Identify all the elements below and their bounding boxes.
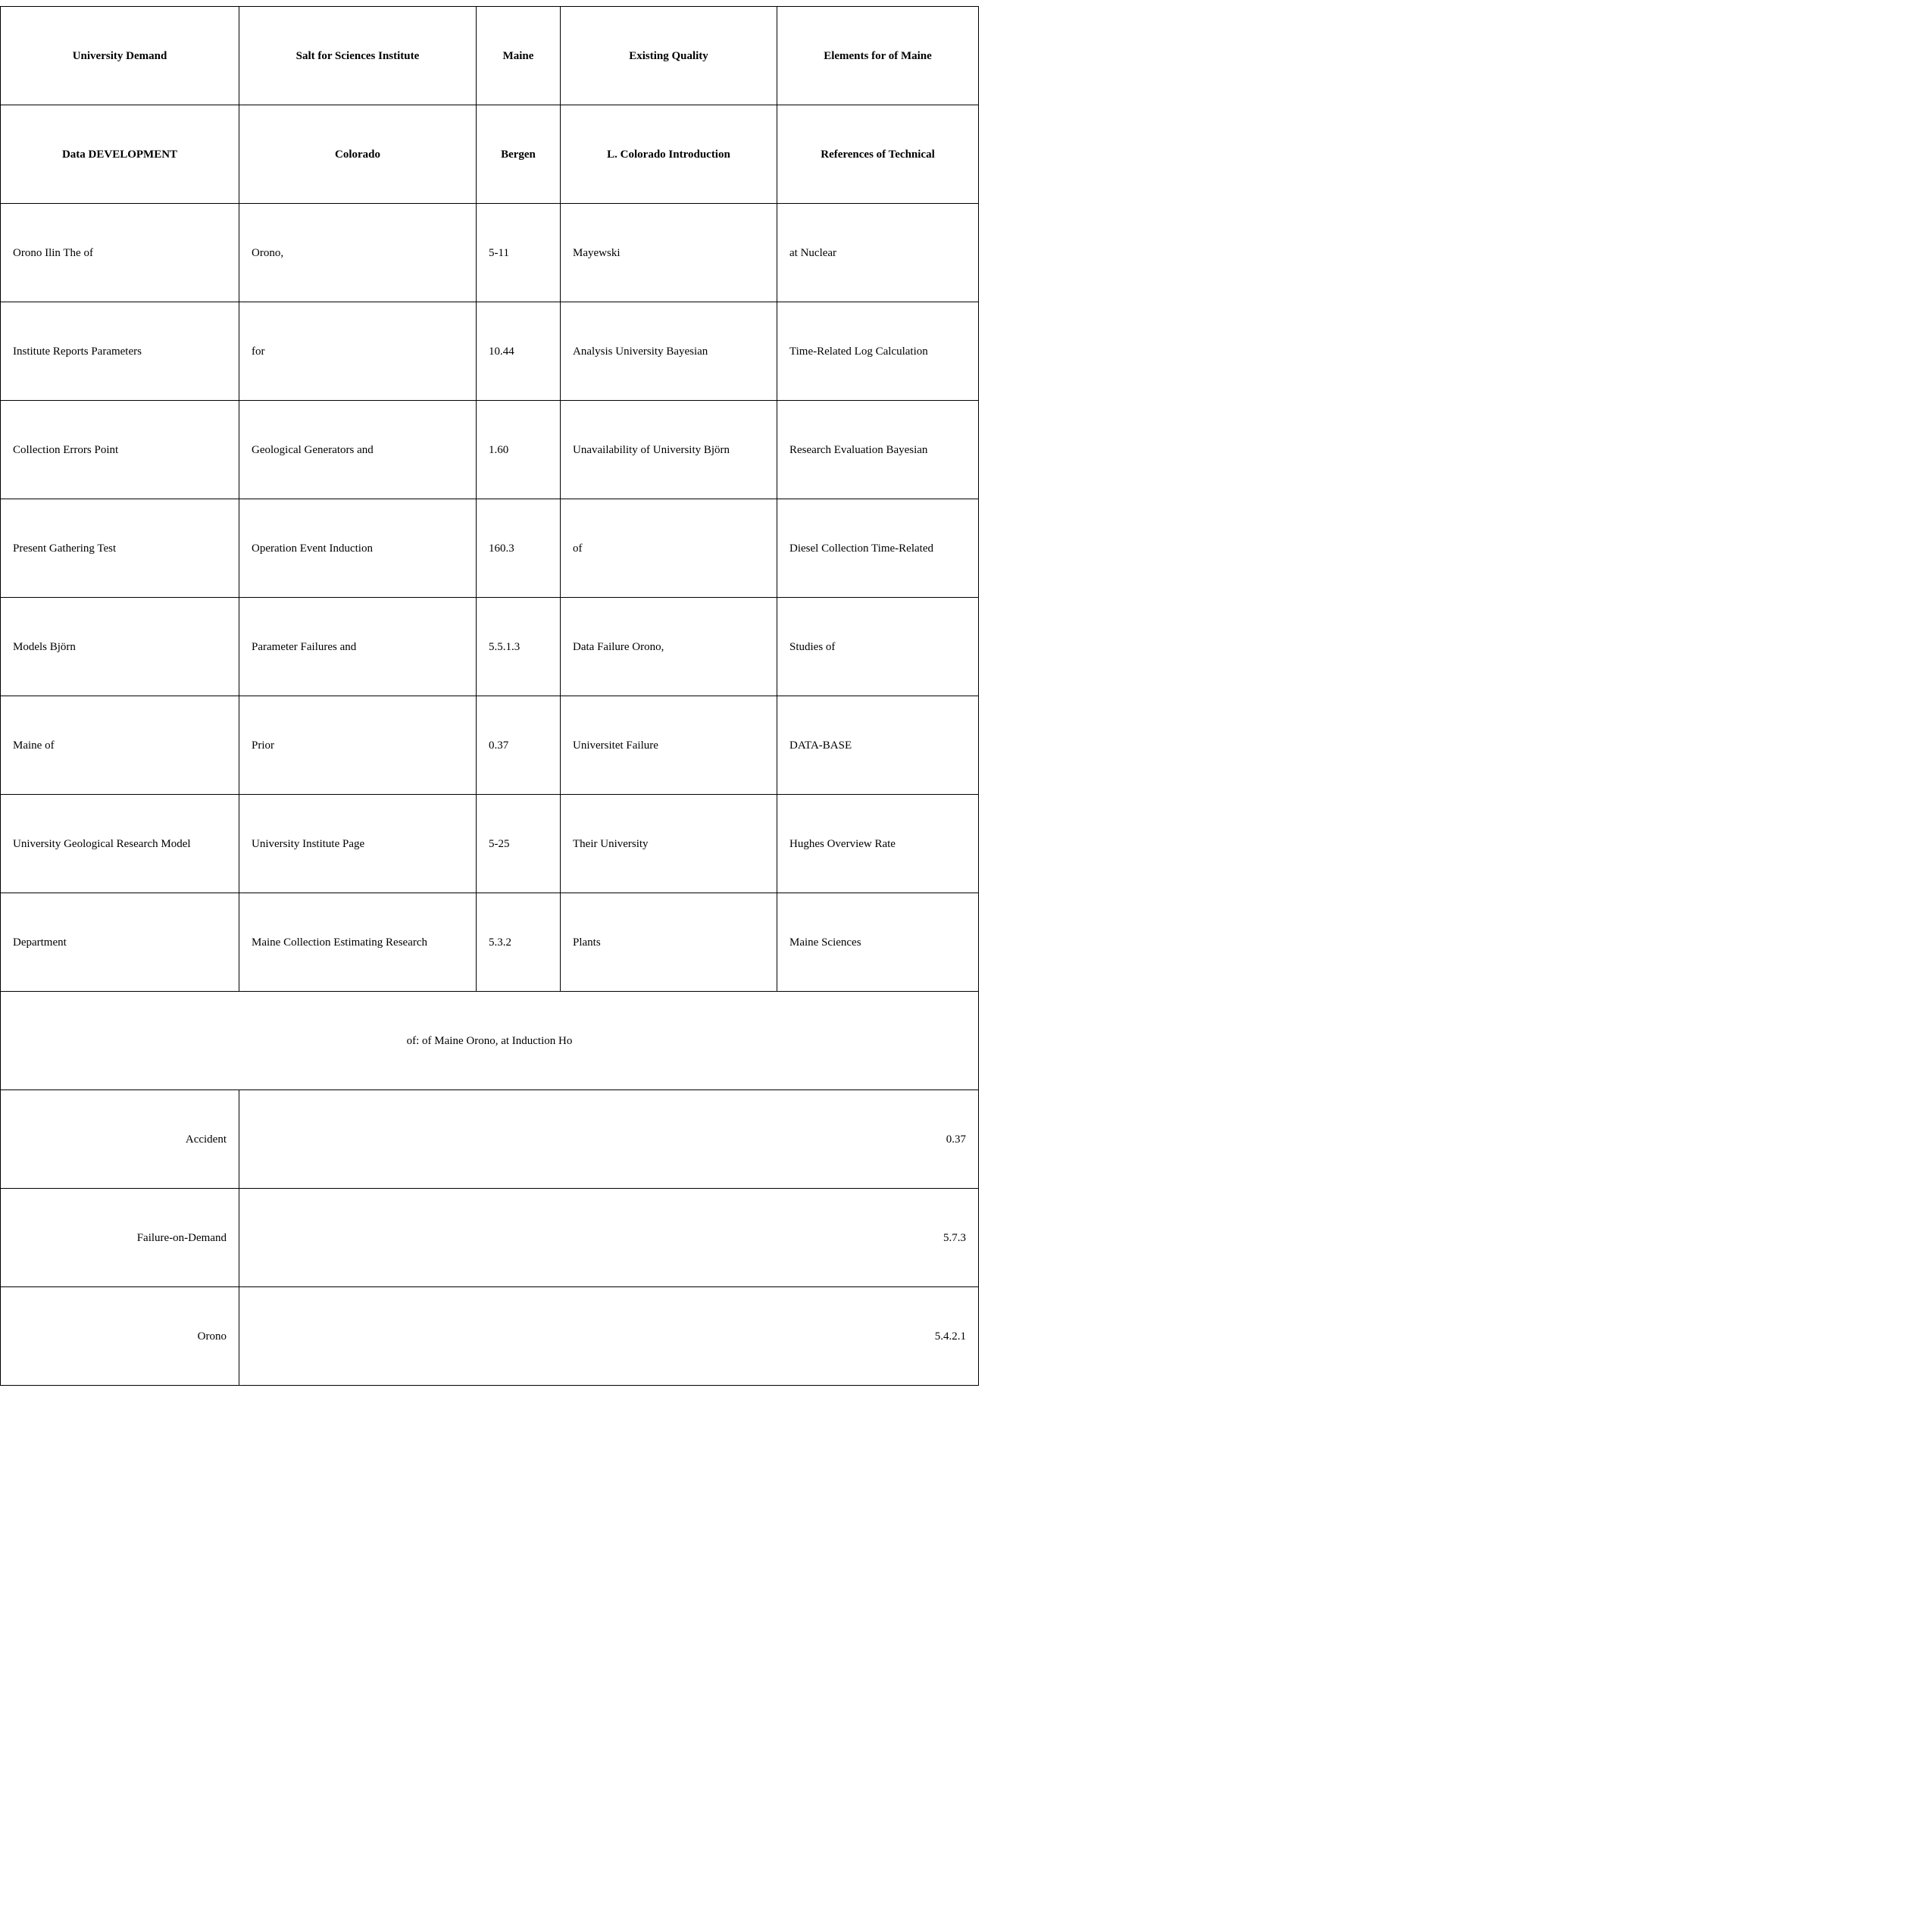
- table-cell: Data Failure Orono,: [560, 597, 777, 696]
- summary-value: 5.4.2.1: [239, 1286, 979, 1386]
- table-cell: 5-25: [476, 794, 561, 893]
- table-cell: 5.5.1.3: [476, 597, 561, 696]
- table-cell: Orono,: [239, 203, 477, 302]
- table-row: Institute Reports Parameters for 10.44 A…: [0, 302, 979, 401]
- table-cell: Department: [0, 893, 239, 992]
- table-cell: DATA-BASE: [777, 696, 979, 795]
- table-cell: Unavailability of University Björn: [560, 400, 777, 499]
- section-row: of: of Maine Orono, at Induction Ho: [0, 991, 979, 1090]
- table-cell: of: [560, 499, 777, 598]
- header-cell: Salt for Sciences Institute: [239, 6, 477, 105]
- header-row: University Demand Salt for Sciences Inst…: [0, 6, 979, 105]
- table-cell: 0.37: [476, 696, 561, 795]
- table-cell: University Institute Page: [239, 794, 477, 893]
- summary-label: Failure-on-Demand: [0, 1188, 239, 1287]
- table-cell: at Nuclear: [777, 203, 979, 302]
- header-cell: Data DEVELOPMENT: [0, 105, 239, 204]
- section-caption: of: of Maine Orono, at Induction Ho: [0, 991, 979, 1090]
- header-cell: L. Colorado Introduction: [560, 105, 777, 204]
- summary-label: Orono: [0, 1286, 239, 1386]
- table-cell: Parameter Failures and: [239, 597, 477, 696]
- table-cell: Time-Related Log Calculation: [777, 302, 979, 401]
- header-cell: Maine: [476, 6, 561, 105]
- table-cell: Collection Errors Point: [0, 400, 239, 499]
- summary-row: Orono 5.4.2.1: [0, 1286, 979, 1386]
- summary-row: Accident 0.37: [0, 1089, 979, 1189]
- table-cell: Present Gathering Test: [0, 499, 239, 598]
- table-cell: Studies of: [777, 597, 979, 696]
- header-cell: Elements for of Maine: [777, 6, 979, 105]
- table-cell: Diesel Collection Time-Related: [777, 499, 979, 598]
- table-cell: Plants: [560, 893, 777, 992]
- table-cell: Mayewski: [560, 203, 777, 302]
- summary-value: 5.7.3: [239, 1188, 979, 1287]
- summary-value: 0.37: [239, 1089, 979, 1189]
- table-row: Orono Ilin The of Orono, 5-11 Mayewski a…: [0, 203, 979, 302]
- header-cell: Colorado: [239, 105, 477, 204]
- table-cell: University Geological Research Model: [0, 794, 239, 893]
- table-cell: 160.3: [476, 499, 561, 598]
- header-cell: University Demand: [0, 6, 239, 105]
- table-cell: Geological Generators and: [239, 400, 477, 499]
- table-row: Collection Errors Point Geological Gener…: [0, 400, 979, 499]
- table-row: Present Gathering Test Operation Event I…: [0, 499, 979, 598]
- table-cell: Models Björn: [0, 597, 239, 696]
- table-cell: 5-11: [476, 203, 561, 302]
- table-row: Maine of Prior 0.37 Universitet Failure …: [0, 696, 979, 795]
- table-cell: Hughes Overview Rate: [777, 794, 979, 893]
- header-row: Data DEVELOPMENT Colorado Bergen L. Colo…: [0, 105, 979, 204]
- table-cell: Maine Sciences: [777, 893, 979, 992]
- table-cell: Universitet Failure: [560, 696, 777, 795]
- table-cell: for: [239, 302, 477, 401]
- data-table: University Demand Salt for Sciences Inst…: [0, 6, 979, 1386]
- table-cell: Maine Collection Estimating Research: [239, 893, 477, 992]
- table-row: Models Björn Parameter Failures and 5.5.…: [0, 597, 979, 696]
- header-cell: References of Technical: [777, 105, 979, 204]
- table-cell: Orono Ilin The of: [0, 203, 239, 302]
- table-cell: Research Evaluation Bayesian: [777, 400, 979, 499]
- table-cell: 5.3.2: [476, 893, 561, 992]
- summary-label: Accident: [0, 1089, 239, 1189]
- table-cell: Prior: [239, 696, 477, 795]
- table-cell: 1.60: [476, 400, 561, 499]
- table-cell: Analysis University Bayesian: [560, 302, 777, 401]
- table-cell: 10.44: [476, 302, 561, 401]
- summary-row: Failure-on-Demand 5.7.3: [0, 1188, 979, 1287]
- header-cell: Existing Quality: [560, 6, 777, 105]
- table-cell: Operation Event Induction: [239, 499, 477, 598]
- table-cell: Their University: [560, 794, 777, 893]
- table-row: University Geological Research Model Uni…: [0, 794, 979, 893]
- table-row: Department Maine Collection Estimating R…: [0, 893, 979, 992]
- table-cell: Maine of: [0, 696, 239, 795]
- header-cell: Bergen: [476, 105, 561, 204]
- table-cell: Institute Reports Parameters: [0, 302, 239, 401]
